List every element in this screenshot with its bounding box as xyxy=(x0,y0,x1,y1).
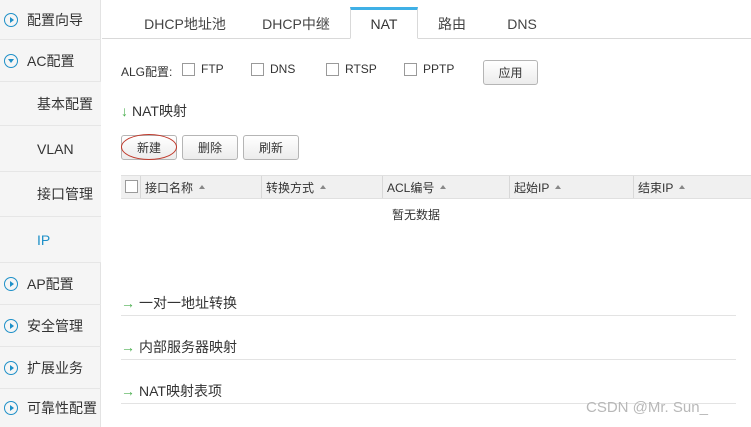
column-header-start-ip[interactable]: 起始IP xyxy=(509,176,633,198)
play-circle-icon xyxy=(4,401,18,415)
tab-label: NAT xyxy=(370,16,398,32)
sidebar-item-label: 接口管理 xyxy=(37,186,93,202)
section-title: 一对一地址转换 xyxy=(139,294,237,311)
tab-label: DNS xyxy=(507,15,537,32)
refresh-button[interactable]: 刷新 xyxy=(243,135,299,160)
sort-up-icon xyxy=(199,185,206,189)
sidebar-item-ap-config[interactable]: AP配置 xyxy=(0,263,101,305)
pptp-checkbox[interactable] xyxy=(404,62,417,76)
tab-dns[interactable]: DNS xyxy=(490,8,554,39)
rtsp-label: RTSP xyxy=(345,62,377,76)
sidebar-item-label: AP配置 xyxy=(27,275,74,292)
sort-up-icon xyxy=(679,185,686,189)
sidebar-item-extended-services[interactable]: 扩展业务 xyxy=(0,347,101,389)
arrow-right-icon: → xyxy=(121,294,135,311)
one-to-one-nat-header[interactable]: → 一对一地址转换 xyxy=(121,290,736,316)
internal-server-header[interactable]: → 内部服务器映射 xyxy=(121,334,736,360)
tab-bar: DHCP地址池 DHCP中继 NAT 路由 DNS xyxy=(102,0,751,39)
new-button[interactable]: 新建 xyxy=(121,135,177,160)
column-header-end-ip[interactable]: 结束IP xyxy=(633,176,751,198)
sidebar-item-reliability[interactable]: 可靠性配置 xyxy=(0,389,101,427)
column-label: ACL编号 xyxy=(387,180,435,195)
table-header: 接口名称 转换方式 ACL编号 起始IP 结束IP xyxy=(121,175,751,199)
play-circle-icon xyxy=(4,360,18,375)
alg-config-label: ALG配置: xyxy=(121,58,172,84)
tab-label: DHCP中继 xyxy=(262,15,330,32)
watermark: CSDN @Mr. Sun_ xyxy=(586,399,708,416)
sort-up-icon xyxy=(440,185,447,189)
sidebar-item-label: VLAN xyxy=(37,140,74,157)
empty-table-message: 暂无数据 xyxy=(391,208,440,222)
tab-dhcp-pool[interactable]: DHCP地址池 xyxy=(130,8,240,39)
alg-option-dns[interactable]: DNS xyxy=(251,62,295,76)
sidebar-item-label: IP xyxy=(37,231,51,248)
sidebar-item-interface-mgmt[interactable]: 接口管理 xyxy=(0,172,101,217)
sidebar-item-label: 安全管理 xyxy=(27,317,83,334)
ftp-checkbox[interactable] xyxy=(182,62,195,76)
sidebar-item-label: 配置向导 xyxy=(27,11,83,28)
tab-dhcp-relay[interactable]: DHCP中继 xyxy=(250,8,342,39)
column-label: 接口名称 xyxy=(145,180,194,195)
pptp-label: PPTP xyxy=(423,62,455,76)
play-circle-icon xyxy=(4,276,18,291)
sort-up-icon xyxy=(320,185,327,189)
play-circle-icon xyxy=(4,318,18,333)
tab-route[interactable]: 路由 xyxy=(420,8,484,39)
sidebar-item-basic-config[interactable]: 基本配置 xyxy=(0,82,101,126)
dns-checkbox[interactable] xyxy=(251,62,264,76)
section-title: NAT映射表项 xyxy=(139,382,222,399)
sidebar-item-config-wizard[interactable]: 配置向导 xyxy=(0,0,101,40)
select-all-checkbox[interactable] xyxy=(125,180,138,193)
column-header-interface-name[interactable]: 接口名称 xyxy=(140,176,261,198)
sort-up-icon xyxy=(555,185,562,189)
tab-label: 路由 xyxy=(438,15,466,32)
sidebar-item-vlan[interactable]: VLAN xyxy=(0,126,101,172)
sidebar-item-ip[interactable]: IP xyxy=(0,217,101,263)
sidebar-item-label: 可靠性配置 xyxy=(27,400,97,416)
ftp-label: FTP xyxy=(201,62,224,76)
rtsp-checkbox[interactable] xyxy=(326,62,339,76)
tab-label: DHCP地址池 xyxy=(144,15,226,32)
alg-option-ftp[interactable]: FTP xyxy=(182,62,224,76)
column-label: 转换方式 xyxy=(266,180,315,195)
sidebar-item-security[interactable]: 安全管理 xyxy=(0,305,101,347)
arrow-right-icon: → xyxy=(121,338,135,355)
section-title: 内部服务器映射 xyxy=(139,338,237,355)
sidebar-item-label: AC配置 xyxy=(27,52,75,69)
sidebar-item-label: 基本配置 xyxy=(37,95,93,112)
sidebar-item-label: 扩展业务 xyxy=(27,359,83,376)
play-circle-icon xyxy=(4,12,18,27)
expanded-circle-icon xyxy=(4,53,18,68)
column-header-acl-number[interactable]: ACL编号 xyxy=(382,176,509,198)
dns-label: DNS xyxy=(270,62,296,76)
sidebar-item-ac-config[interactable]: AC配置 xyxy=(0,40,101,82)
arrow-down-icon: ↓ xyxy=(121,103,128,119)
alg-label-text: ALG配置: xyxy=(121,64,173,79)
nat-mapping-header[interactable]: ↓ NAT映射 xyxy=(121,100,736,122)
column-label: 结束IP xyxy=(638,180,674,195)
alg-option-rtsp[interactable]: RTSP xyxy=(326,62,377,76)
tab-nat[interactable]: NAT xyxy=(350,7,418,39)
sidebar: 配置向导 AC配置 基本配置 VLAN 接口管理 IP AP配置 安全管理 扩展… xyxy=(0,0,101,427)
column-header-translation-mode[interactable]: 转换方式 xyxy=(261,176,382,198)
alg-option-pptp[interactable]: PPTP xyxy=(404,62,454,76)
delete-button[interactable]: 删除 xyxy=(182,135,238,160)
apply-button[interactable]: 应用 xyxy=(483,60,538,85)
arrow-right-icon: → xyxy=(121,382,135,399)
section-title: NAT映射 xyxy=(132,103,187,119)
column-label: 起始IP xyxy=(514,180,550,195)
